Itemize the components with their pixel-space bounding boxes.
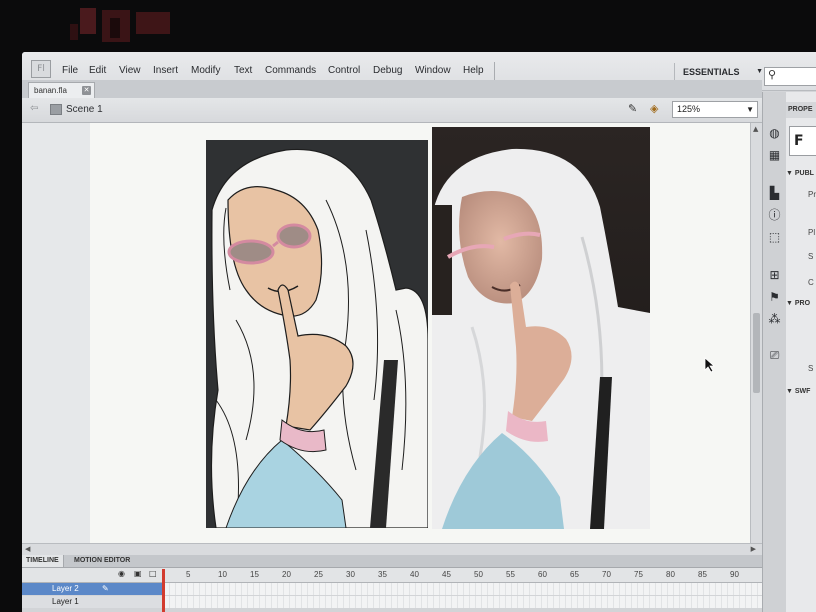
close-icon[interactable]: ✕	[82, 86, 91, 95]
search-icon: ⚲	[768, 68, 777, 81]
flash-app-window: Fl File Edit View Insert Modify Text Com…	[22, 52, 816, 612]
menu-view[interactable]: View	[119, 65, 141, 76]
properties-panel: PROPE F ▼ PUBL Pr Pl S C ▼ PRO S ▼ SWF	[786, 92, 816, 612]
tab-timeline[interactable]: TIMELINE	[22, 555, 64, 567]
tab-motion-editor[interactable]: MOTION EDITOR	[70, 555, 134, 567]
document-tab-bar: banan.fla ✕	[22, 80, 762, 98]
frame-number: 20	[282, 570, 291, 579]
pencil-icon: ✎	[102, 584, 109, 593]
back-arrow-icon[interactable]: ⇦	[30, 103, 38, 114]
projector-icon[interactable]: ⎚	[767, 348, 782, 363]
components-icon[interactable]: ⚑	[767, 290, 782, 305]
scroll-up-icon[interactable]: ▲	[753, 125, 758, 133]
property-label: S	[808, 364, 814, 373]
workspace-switcher[interactable]: ESSENTIALS ▼	[674, 63, 765, 81]
layer-name: Layer 1	[52, 597, 79, 606]
scroll-thumb[interactable]	[753, 313, 760, 393]
document-tab-label: banan.fla	[34, 86, 67, 95]
frame-number: 25	[314, 570, 323, 579]
frame-number: 40	[410, 570, 419, 579]
scene-label[interactable]: Scene 1	[66, 104, 103, 115]
frame-number: 30	[346, 570, 355, 579]
frame-number: 5	[186, 570, 191, 579]
chevron-down-icon: ▼	[756, 68, 763, 75]
help-search-input[interactable]: ⚲	[764, 67, 816, 86]
transform-icon[interactable]: ⬚	[767, 230, 782, 245]
flash-logo-icon: Fl	[31, 60, 51, 78]
vector-cartoon-artwork[interactable]	[206, 140, 428, 528]
timeline-layer-row[interactable]: Layer 2 ✎	[22, 583, 762, 595]
frame-number: 90	[730, 570, 739, 579]
scroll-left-icon[interactable]: ◀	[25, 545, 30, 553]
layer-name: Layer 2	[52, 584, 79, 593]
motion-presets-icon[interactable]: ⁂	[767, 312, 782, 327]
property-label: C	[808, 278, 814, 287]
zoom-select[interactable]: 125% ▼	[672, 101, 758, 118]
frame-number: 55	[506, 570, 515, 579]
frame-number: 60	[538, 570, 547, 579]
frame-number: 75	[634, 570, 643, 579]
library-icon[interactable]: ⊞	[767, 268, 782, 283]
info-icon[interactable]: ⓘ	[767, 208, 782, 223]
menu-commands[interactable]: Commands	[265, 65, 316, 76]
document-type-icon: F	[789, 126, 816, 156]
layer-frames[interactable]	[164, 583, 762, 595]
section-properties[interactable]: ▼ PRO	[786, 300, 816, 307]
mouse-cursor-icon	[704, 357, 716, 373]
edit-scene-icon[interactable]: ◈	[650, 102, 664, 116]
layer-frames[interactable]	[164, 596, 762, 608]
menu-edit[interactable]: Edit	[89, 65, 106, 76]
property-label: Pl	[808, 228, 816, 237]
frame-number: 35	[378, 570, 387, 579]
frame-number: 45	[442, 570, 451, 579]
chevron-down-icon: ▼	[746, 105, 754, 114]
frame-number: 65	[570, 570, 579, 579]
properties-panel-title: PROPE	[786, 102, 816, 118]
timeline-tabs: TIMELINE MOTION EDITOR	[22, 555, 762, 568]
menu-divider	[494, 62, 495, 82]
menu-help[interactable]: Help	[463, 65, 484, 76]
edit-symbols-icon[interactable]: ✎	[628, 102, 642, 116]
document-tab[interactable]: banan.fla ✕	[28, 82, 95, 98]
swatches-icon[interactable]: ▦	[767, 148, 782, 163]
outline-icon[interactable]: □	[149, 569, 157, 578]
timeline-layer-row[interactable]: Layer 1	[22, 596, 762, 608]
bezel-logo-icon	[70, 8, 170, 42]
stage[interactable]	[90, 123, 750, 543]
zoom-value: 125%	[677, 104, 701, 114]
section-swf-history[interactable]: ▼ SWF	[786, 388, 816, 395]
menu-text[interactable]: Text	[234, 65, 252, 76]
section-publish[interactable]: ▼ PUBL	[786, 170, 816, 177]
eye-icon[interactable]: ◉	[118, 569, 125, 578]
reference-photo[interactable]	[432, 127, 650, 529]
playhead[interactable]	[162, 569, 165, 612]
menu-modify[interactable]: Modify	[191, 65, 220, 76]
frame-number: 10	[218, 570, 227, 579]
align-icon[interactable]: ▙	[767, 186, 782, 201]
frame-number: 50	[474, 570, 483, 579]
menu-insert[interactable]: Insert	[153, 65, 178, 76]
workspace-label: ESSENTIALS	[683, 67, 740, 77]
property-label: S	[808, 252, 814, 261]
menu-control[interactable]: Control	[328, 65, 360, 76]
frame-number: 70	[602, 570, 611, 579]
timeline-ruler[interactable]: ◉ ▣ □ 5 10 15 20 25 30 35 40 45 50 55 60…	[22, 568, 762, 583]
frame-number: 85	[698, 570, 707, 579]
timeline-panel: TIMELINE MOTION EDITOR ◉ ▣ □ 5 10 15 20 …	[22, 555, 762, 612]
menu-file[interactable]: File	[62, 65, 78, 76]
menu-debug[interactable]: Debug	[373, 65, 402, 76]
scroll-right-icon[interactable]: ▶	[751, 545, 756, 553]
panel-dock: ◍ ▦ ▙ ⓘ ⬚ ⊞ ⚑ ⁂ ⎚	[762, 92, 788, 612]
palette-icon[interactable]: ◍	[767, 126, 782, 141]
edit-bar: ⇦ Scene 1 ✎ ◈ 125% ▼	[22, 98, 762, 123]
property-label: Pr	[808, 190, 816, 199]
frame-number: 15	[250, 570, 259, 579]
pasteboard	[22, 123, 750, 543]
frame-number: 80	[666, 570, 675, 579]
scene-icon	[50, 104, 62, 115]
menu-window[interactable]: Window	[415, 65, 451, 76]
lock-icon[interactable]: ▣	[134, 569, 142, 578]
